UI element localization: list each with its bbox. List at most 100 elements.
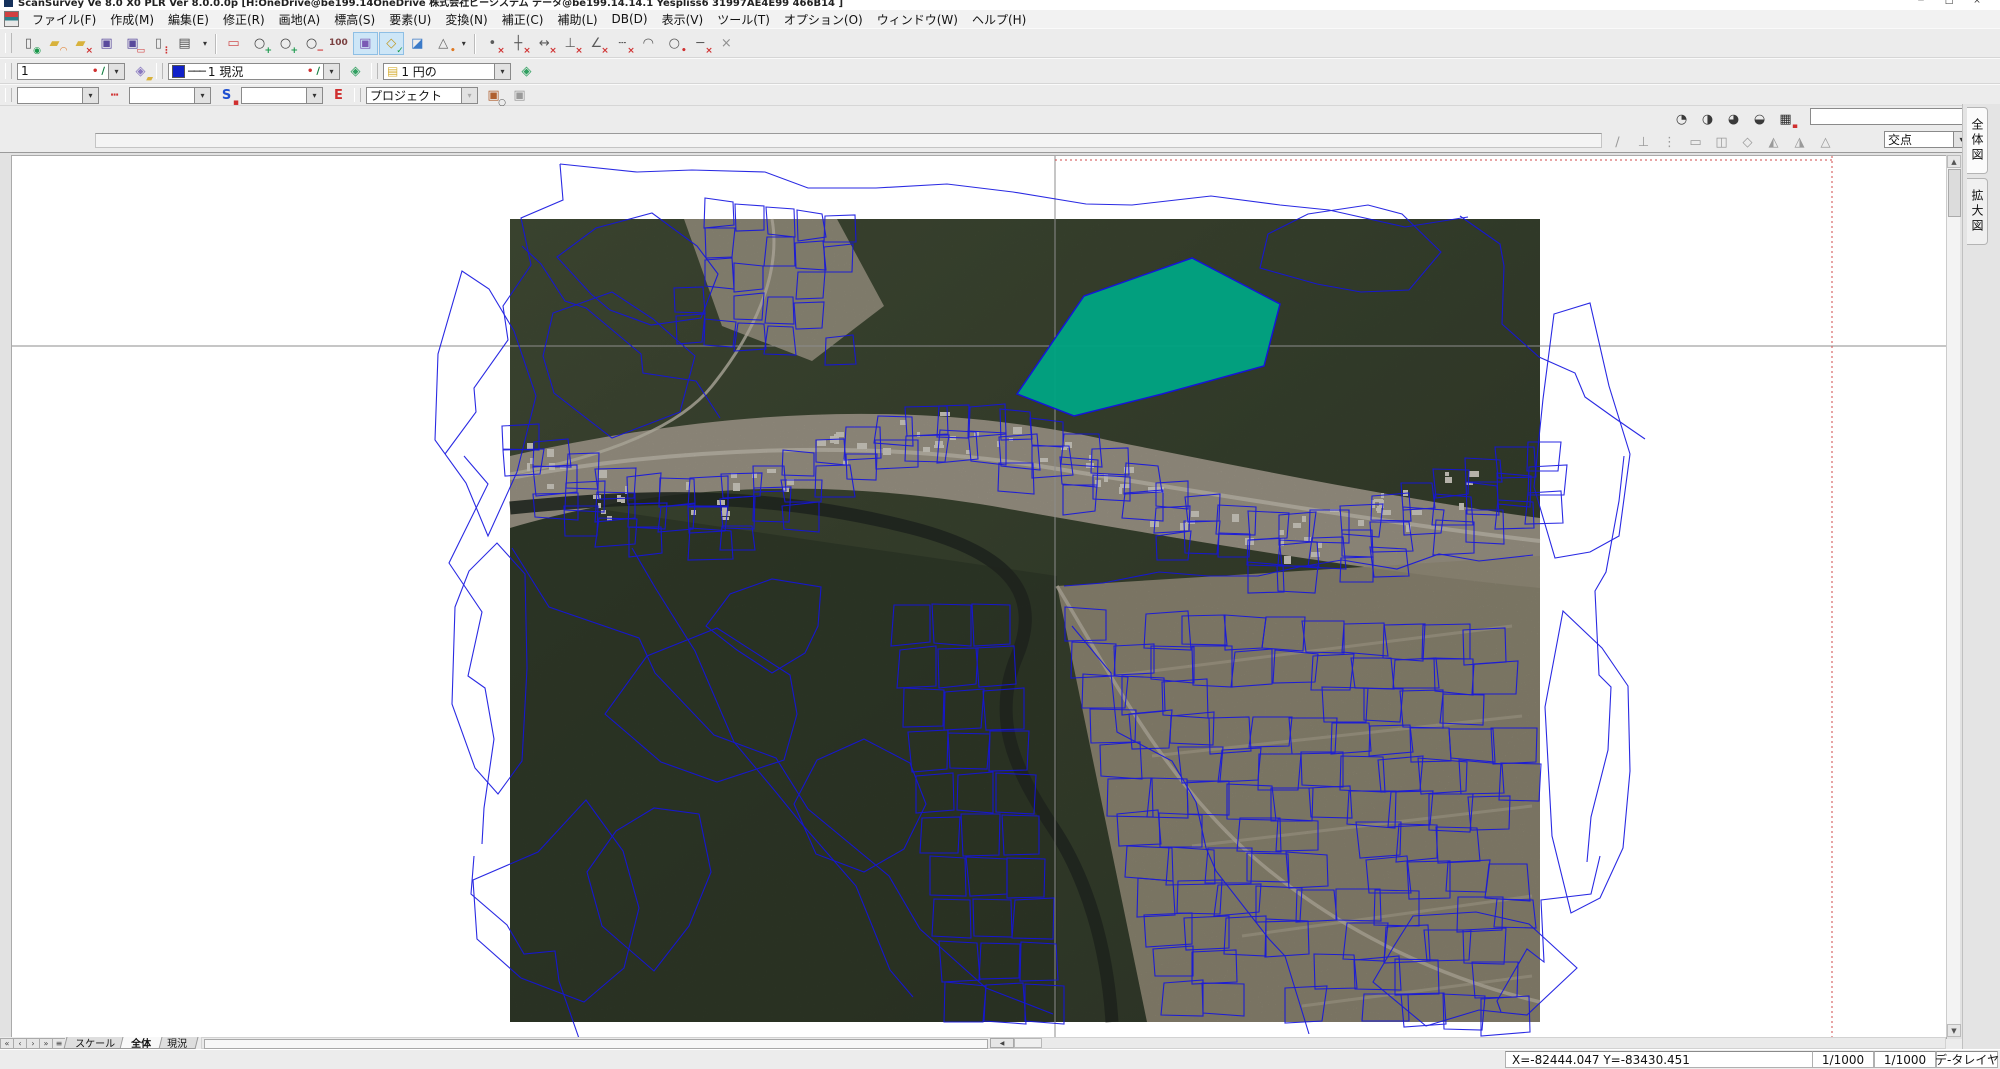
first-record-button[interactable]: « — [0, 1038, 13, 1049]
zoom-in-icon[interactable]: ○+ — [273, 32, 298, 55]
menu-db[interactable]: DB(D) — [605, 12, 655, 26]
print-icon[interactable]: ▤ — [172, 32, 197, 55]
close-folder-icon[interactable]: ▰× — [68, 32, 93, 55]
toolbar-grip[interactable] — [5, 33, 12, 53]
snap-arc-icon[interactable]: ◠ — [636, 32, 661, 55]
perpendicular-line-icon[interactable]: ⊥ — [1631, 131, 1656, 154]
end-point-icon[interactable]: E — [326, 84, 351, 107]
menu-elevation[interactable]: 標高(S) — [327, 11, 382, 28]
horizontal-scrollbar[interactable]: ◀ — [201, 1037, 1946, 1049]
diamond-region-icon[interactable]: ◇ — [1735, 131, 1760, 154]
select-overflow-icon[interactable]: ▾ — [457, 32, 471, 55]
tin-left-icon[interactable]: ◭ — [1761, 131, 1786, 154]
attribute-dropdown[interactable]: ▾ — [494, 63, 511, 80]
new-file-icon[interactable]: ▯◉ — [16, 32, 41, 55]
new-sheet-icon[interactable]: ▯⋮ — [146, 32, 171, 55]
toolbar-grip[interactable] — [5, 88, 12, 102]
next-record-button[interactable]: › — [26, 1038, 39, 1049]
project-combo[interactable]: プロジェクト — [366, 87, 461, 104]
maximize-button[interactable]: □ — [1936, 0, 1962, 6]
project-settings-icon[interactable]: ▣ ○ — [481, 84, 506, 107]
vertical-scroll-thumb[interactable] — [1948, 169, 1961, 217]
toolbar-grip[interactable] — [371, 63, 378, 80]
layer-add2-icon[interactable]: ◈ — [514, 60, 539, 83]
attribute-combo[interactable]: ▤ 1 円の — [383, 63, 494, 80]
snap-point-icon[interactable]: •× — [480, 32, 505, 55]
line3-dropdown[interactable]: ▾ — [306, 87, 323, 104]
pen-style-combo[interactable]: 1 • ∕ — [17, 63, 108, 80]
snap-circle-icon[interactable]: ○• — [662, 32, 687, 55]
snap-line-icon[interactable]: ─× — [688, 32, 713, 55]
tin-right-icon[interactable]: ◮ — [1787, 131, 1812, 154]
slope-line-icon[interactable]: ∕ — [1605, 131, 1630, 154]
snap-perp-icon[interactable]: ⊥× — [558, 32, 583, 55]
divide-points-icon[interactable]: ⋮ — [1657, 131, 1682, 154]
menu-tool[interactable]: ツール(T) — [710, 11, 777, 28]
line3-combo[interactable] — [241, 87, 306, 104]
display-scale[interactable]: 1/1000 — [1812, 1051, 1874, 1068]
project-dropdown[interactable]: ▾ — [461, 87, 478, 104]
toolbar-grip[interactable] — [5, 63, 12, 80]
line1-dropdown[interactable]: ▾ — [82, 87, 99, 104]
select-raster-icon[interactable]: ▣ — [353, 32, 378, 55]
menu-parcel[interactable]: 画地(A) — [272, 11, 328, 28]
horizontal-scroll-thumb[interactable] — [204, 1039, 988, 1049]
scroll-spacer[interactable] — [1014, 1038, 1042, 1048]
tab-enlarged-map[interactable]: 拡大図 — [1967, 178, 1988, 245]
minimize-button[interactable]: ─ — [1908, 0, 1934, 6]
line1-combo[interactable] — [17, 87, 82, 104]
menu-assist[interactable]: 補助(L) — [550, 11, 604, 28]
scroll-down-button[interactable]: ▼ — [1947, 1024, 1961, 1037]
menu-help[interactable]: ヘルプ(H) — [965, 11, 1033, 28]
menu-element[interactable]: 要素(U) — [382, 11, 438, 28]
menu-create[interactable]: 作成(M) — [103, 11, 161, 28]
line2-combo[interactable] — [129, 87, 194, 104]
snap-angle-icon[interactable]: ∠× — [584, 32, 609, 55]
map-canvas[interactable] — [12, 156, 1946, 1038]
layer-open-icon[interactable]: ◈ ▰ — [128, 60, 153, 83]
vertical-scrollbar[interactable]: ▲ ▼ — [1946, 155, 1960, 1037]
save-icon[interactable]: ▣ — [94, 32, 119, 55]
menu-convert[interactable]: 変換(N) — [438, 11, 494, 28]
start-point-icon[interactable]: S ▪ — [214, 84, 239, 107]
snap-near-icon[interactable]: ┄× — [610, 32, 635, 55]
trace-polygon-icon[interactable]: △• — [431, 32, 456, 55]
tab-overview-map[interactable]: 全体図 — [1967, 107, 1988, 174]
zoom-100-icon[interactable]: 100 — [325, 32, 352, 55]
layer-add-icon[interactable]: ◈ — [343, 60, 368, 83]
layer-mode[interactable]: デ-タレイヤ — [1936, 1051, 1998, 1068]
line2-dropdown[interactable]: ▾ — [194, 87, 211, 104]
menu-edit[interactable]: 編集(E) — [161, 11, 216, 28]
raster-image-icon[interactable]: ◪ — [405, 32, 430, 55]
project-save-icon[interactable]: ▣ — [507, 84, 532, 107]
verify-polygon-icon[interactable]: ◇✓ — [379, 32, 404, 55]
search-combo[interactable] — [1810, 108, 1965, 125]
current-layer-dropdown[interactable]: ▾ — [323, 63, 340, 80]
dash-line-edit-icon[interactable]: ┅ — [102, 84, 127, 107]
scroll-left-button[interactable]: ◀ — [990, 1038, 1014, 1048]
snap-mid-icon[interactable]: ↔× — [532, 32, 557, 55]
prev-record-button[interactable]: ‹ — [13, 1038, 26, 1049]
tab-whole[interactable]: 全体 — [120, 1037, 163, 1049]
triangle-region-icon[interactable]: △ — [1813, 131, 1838, 154]
snap-node-icon[interactable]: ┼× — [506, 32, 531, 55]
save-region-icon[interactable]: ▣▭ — [120, 32, 145, 55]
menu-modify[interactable]: 修正(R) — [216, 11, 272, 28]
pen-style-dropdown[interactable]: ▾ — [108, 63, 125, 80]
zoom-window-icon[interactable]: ○+ — [247, 32, 272, 55]
toolbar-overflow-icon[interactable]: ▾ — [198, 32, 212, 55]
toolbar-grip[interactable] — [354, 88, 361, 102]
current-layer-combo[interactable]: ─── 1 現況 • ∕ — [168, 63, 323, 80]
print-scale[interactable]: 1/1000 — [1874, 1051, 1936, 1068]
zoom-out-icon[interactable]: ○− — [299, 32, 324, 55]
zoom-extents-icon[interactable]: ▭ — [221, 32, 246, 55]
snap-off-icon[interactable]: × — [714, 32, 739, 55]
menu-file[interactable]: ファイル(F) — [25, 11, 103, 28]
tab-scale[interactable]: スケール — [64, 1037, 127, 1049]
menu-option[interactable]: オプション(O) — [777, 11, 870, 28]
last-record-button[interactable]: » — [39, 1038, 52, 1049]
toolbar-grip[interactable] — [156, 63, 163, 80]
snap-mode-combo[interactable]: 交点 — [1884, 131, 1953, 148]
close-button[interactable]: × — [1964, 0, 1990, 6]
menu-view[interactable]: 表示(V) — [655, 11, 711, 28]
